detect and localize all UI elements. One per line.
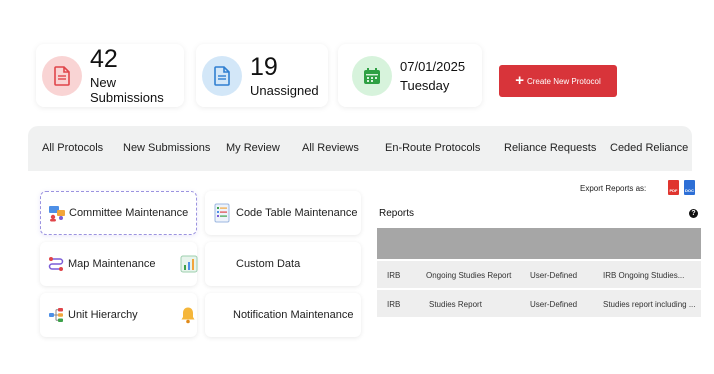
create-new-protocol-button[interactable]: + Create New Protocol (499, 65, 617, 97)
table-cell: IRB (387, 300, 401, 309)
table-cell: IRB Ongoing Studies... (603, 271, 685, 280)
unassigned-card[interactable]: 19 Unassigned (196, 44, 328, 107)
table-cell: Studies report including ... (603, 300, 696, 309)
list-icon (214, 203, 230, 223)
tab-my-review[interactable]: My Review (226, 142, 280, 154)
current-weekday: Tuesday (400, 77, 450, 93)
table-cell: IRB (387, 271, 401, 280)
calendar-icon (352, 55, 392, 96)
code-table-maintenance-label: Code Table Maintenance (236, 207, 358, 219)
protocol-tabs: All Protocols New Submissions My Review … (28, 126, 692, 171)
new-submissions-count: 42 (90, 45, 118, 73)
doc-label: DOC (685, 188, 694, 193)
map-maintenance-label: Map Maintenance (68, 258, 156, 270)
table-header (377, 228, 701, 259)
committee-maintenance-label: Committee Maintenance (69, 207, 189, 219)
help-icon[interactable]: ? (689, 209, 698, 218)
export-reports-label: Export Reports as: (580, 184, 647, 193)
unit-hierarchy-card[interactable]: Unit Hierarchy (40, 293, 197, 337)
code-table-maintenance-card[interactable]: Code Table Maintenance (205, 191, 361, 235)
notification-maintenance-label: Notification Maintenance (233, 309, 354, 321)
route-icon (48, 256, 64, 272)
table-cell: Ongoing Studies Report (426, 271, 512, 280)
pdf-export-icon[interactable]: PDF (668, 180, 679, 195)
bell-icon (180, 306, 196, 324)
tab-new-submissions[interactable]: New Submissions (123, 142, 210, 154)
tab-en-route-protocols[interactable]: En-Route Protocols (385, 142, 480, 154)
plus-icon: + (515, 72, 524, 89)
new-submissions-card[interactable]: 42 New Submissions (36, 44, 184, 107)
document-icon (202, 55, 242, 96)
table-row[interactable]: IRB Ongoing Studies Report User-Defined … (377, 259, 701, 288)
table-row[interactable]: IRB Studies Report User-Defined Studies … (377, 288, 701, 317)
new-submissions-label: New Submissions (90, 75, 164, 105)
doc-export-icon[interactable]: DOC (684, 180, 695, 195)
unassigned-label: Unassigned (250, 82, 319, 98)
date-card: 07/01/2025 Tuesday (338, 44, 482, 107)
custom-data-label: Custom Data (236, 258, 301, 270)
document-icon (42, 55, 82, 96)
notification-maintenance-card[interactable]: Notification Maintenance (205, 293, 361, 337)
tab-all-protocols[interactable]: All Protocols (42, 142, 103, 154)
table-cell: User-Defined (530, 271, 578, 280)
unit-hierarchy-label: Unit Hierarchy (68, 309, 138, 321)
unassigned-count: 19 (250, 52, 278, 81)
hierarchy-icon (48, 307, 64, 323)
map-maintenance-card[interactable]: Map Maintenance (40, 242, 198, 286)
table-cell: Studies Report (429, 300, 482, 309)
reports-title: Reports (379, 208, 415, 219)
tab-reliance-requests[interactable]: Reliance Requests (504, 142, 596, 154)
reports-table: IRB Ongoing Studies Report User-Defined … (377, 228, 701, 317)
pdf-label: PDF (669, 188, 678, 193)
custom-data-card[interactable]: Custom Data (205, 242, 361, 286)
create-new-protocol-label: Create New Protocol (526, 76, 601, 86)
committee-maintenance-card[interactable]: Committee Maintenance (40, 191, 197, 235)
chart-icon (180, 255, 198, 273)
current-date: 07/01/2025 (400, 58, 466, 74)
tab-ceded-reliance[interactable]: Ceded Reliance (610, 142, 688, 154)
table-cell: User-Defined (530, 300, 578, 309)
committee-icon (48, 204, 66, 222)
tab-all-reviews[interactable]: All Reviews (302, 142, 359, 154)
